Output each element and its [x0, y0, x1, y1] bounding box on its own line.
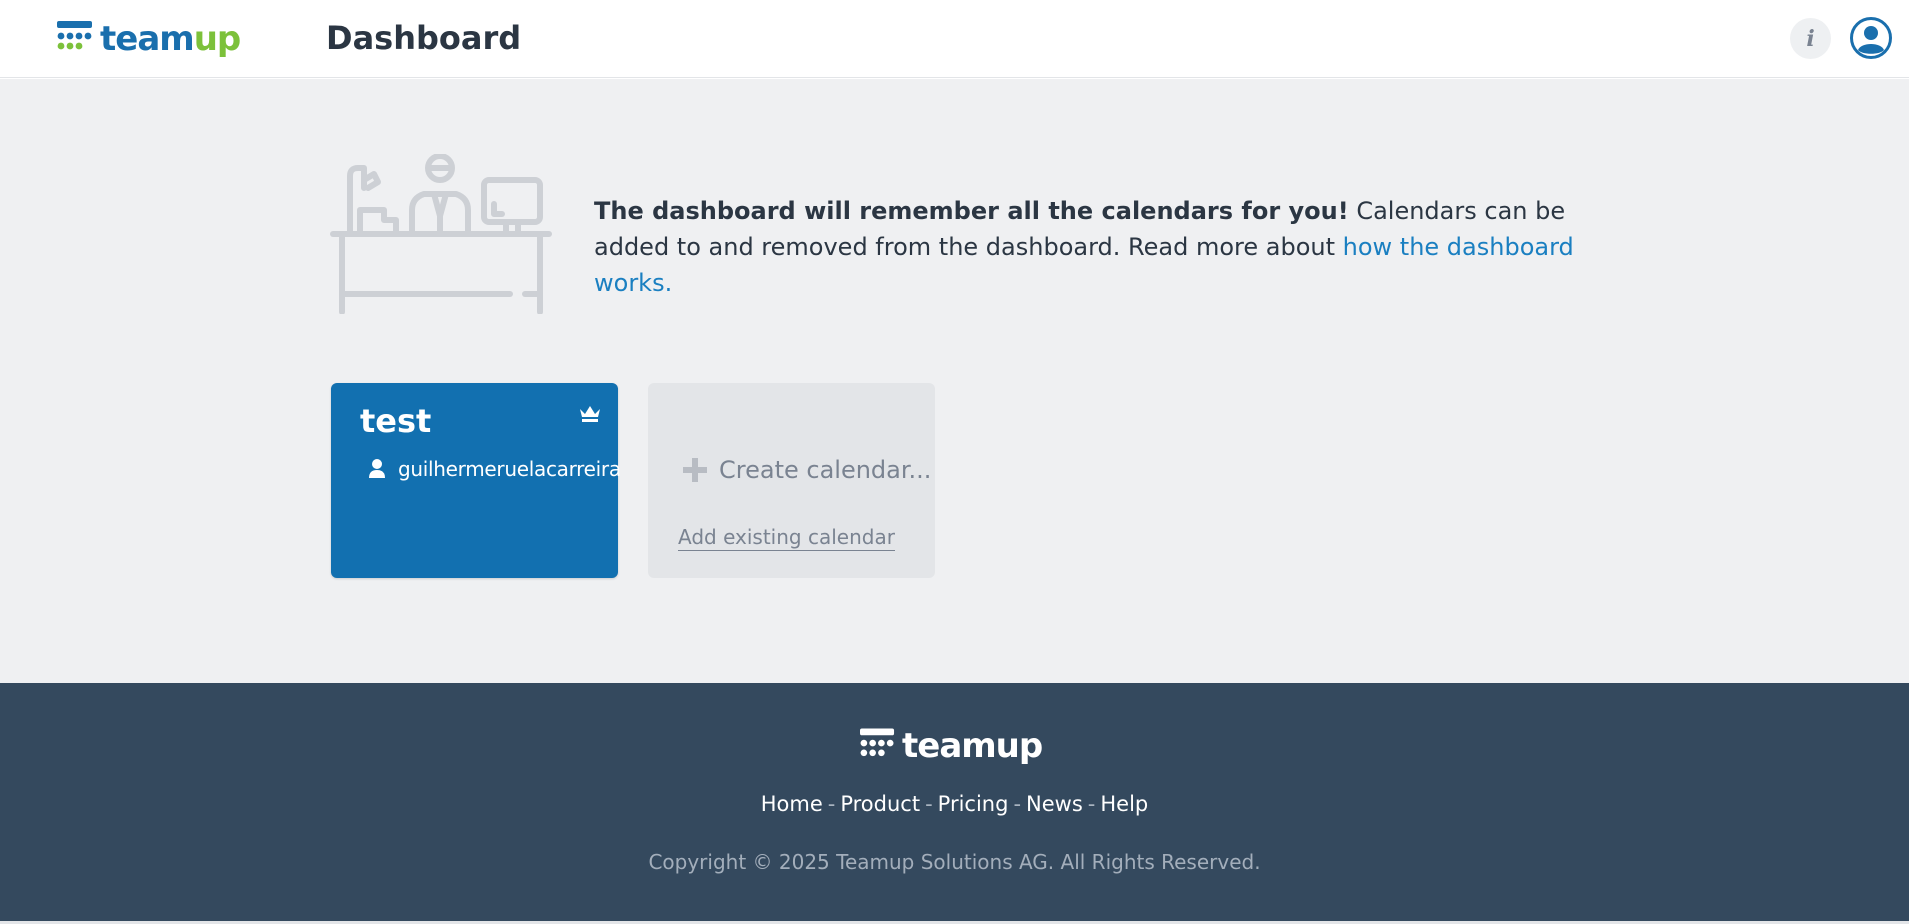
page-title: Dashboard	[326, 19, 522, 57]
footer-link-product[interactable]: Product	[840, 792, 920, 816]
footer-link-pricing[interactable]: Pricing	[938, 792, 1009, 816]
create-calendar-button[interactable]: Create calendar...	[682, 454, 931, 486]
footer-separator: -	[827, 792, 836, 816]
calendar-owner: guilhermeruelacarreira	[368, 455, 621, 483]
dashboard-intro-text: The dashboard will remember all the cale…	[594, 193, 1594, 301]
teamup-logo[interactable]: teamup	[57, 19, 241, 59]
footer-link-news[interactable]: News	[1026, 792, 1083, 816]
user-avatar-icon[interactable]	[1850, 17, 1892, 59]
crown-icon	[580, 406, 600, 422]
footer-link-help[interactable]: Help	[1100, 792, 1148, 816]
teamup-logo-icon	[860, 728, 895, 757]
plus-icon	[683, 458, 707, 482]
info-icon: i	[1806, 25, 1815, 52]
calendar-name: test	[360, 402, 432, 440]
footer-link-home[interactable]: Home	[761, 792, 823, 816]
footer: teamup Home - Product - Pricing - News - Help Co…	[0, 683, 1909, 921]
copyright-text: Copyright © 2025 Teamup Solutions AG. Al…	[648, 850, 1261, 874]
new-calendar-card: Create calendar... Add existing calendar	[648, 383, 935, 578]
top-header: teamup Dashboard i	[0, 0, 1909, 78]
calendar-card-test[interactable]: test guilhermeruelacarreira	[331, 383, 621, 578]
footer-separator: -	[1087, 792, 1096, 816]
footer-logo[interactable]: teamup	[860, 726, 1043, 766]
office-desk-illustration-icon	[330, 154, 552, 314]
footer-separator: -	[1013, 792, 1022, 816]
teamup-logo-text: teamup	[100, 19, 241, 59]
footer-logo-text: teamup	[902, 726, 1043, 766]
add-existing-calendar-link[interactable]: Add existing calendar	[678, 524, 895, 551]
footer-separator: -	[925, 792, 933, 816]
calendar-owner-name: guilhermeruelacarreira	[398, 457, 621, 481]
intro-bold-text: The dashboard will remember all the cale…	[594, 197, 1349, 225]
dashboard-main: The dashboard will remember all the cale…	[0, 79, 1909, 683]
create-calendar-label: Create calendar...	[719, 456, 932, 484]
info-button[interactable]: i	[1790, 18, 1831, 59]
teamup-logo-icon	[57, 21, 92, 50]
user-icon	[369, 459, 385, 478]
footer-nav: Home - Product - Pricing - News - Help	[0, 789, 1909, 819]
